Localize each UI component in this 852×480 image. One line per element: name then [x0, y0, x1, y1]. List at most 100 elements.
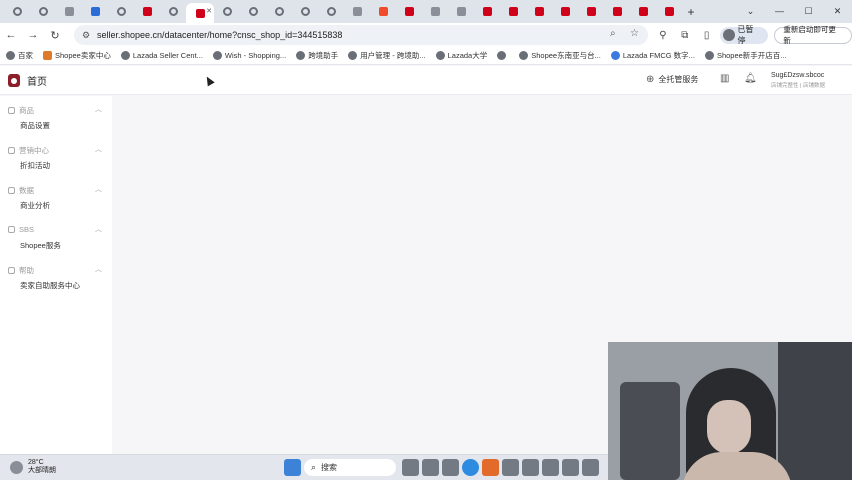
- bookmark-item[interactable]: Shopee卖家中心: [43, 50, 111, 61]
- bookmark-item[interactable]: 跨境助手: [296, 50, 338, 61]
- app-icon[interactable]: [482, 459, 499, 476]
- extension-pin-icon[interactable]: ⚲: [652, 25, 674, 45]
- app-icon[interactable]: [502, 459, 519, 476]
- start-menu-icon[interactable]: [284, 459, 301, 476]
- window-controls: ⌄ — ☐ ✕: [736, 3, 852, 19]
- taskbar-search[interactable]: ⌕ 搜索: [304, 459, 396, 476]
- browser-tab[interactable]: [214, 3, 240, 21]
- browser-tab[interactable]: [160, 3, 186, 21]
- file-explorer-icon[interactable]: [442, 459, 459, 476]
- managed-service-button[interactable]: ⊕ 全托管服务: [646, 74, 698, 85]
- browser-tab-active[interactable]: ✕: [186, 3, 214, 23]
- chevron-up-icon[interactable]: ︿: [95, 264, 102, 274]
- document-icon: [348, 51, 358, 60]
- weather-widget[interactable]: 28°C 大部晴朗: [10, 459, 56, 475]
- browser-tab[interactable]: [604, 3, 630, 21]
- sidebar-group-header[interactable]: 帮助: [8, 265, 34, 276]
- sidebar-group-header[interactable]: 数据: [8, 185, 34, 196]
- browser-tab[interactable]: [134, 3, 160, 21]
- browser-tab[interactable]: [474, 3, 500, 21]
- user-account[interactable]: Sug£Dzsw.sbcoc 店铺完整性 | 店铺数据: [771, 72, 825, 89]
- tab-favicon: [274, 7, 284, 16]
- bookmark-item[interactable]: Shopee东南亚与台...: [519, 50, 601, 61]
- browser-tab[interactable]: [500, 3, 526, 21]
- browser-tab[interactable]: [578, 3, 604, 21]
- bookmark-item[interactable]: Lazada Seller Cent...: [120, 51, 203, 60]
- browser-tab[interactable]: [552, 3, 578, 21]
- site-info-icon[interactable]: ⚙: [82, 30, 92, 40]
- task-view-icon[interactable]: [422, 459, 439, 476]
- chevron-up-icon[interactable]: ︿: [95, 224, 102, 234]
- bookmark-item[interactable]: 百家: [6, 50, 33, 61]
- back-icon[interactable]: ←: [0, 24, 22, 46]
- tab-favicon: [300, 7, 310, 16]
- tab-favicon: [456, 7, 466, 16]
- browser-tab[interactable]: [4, 3, 30, 21]
- chevron-up-icon[interactable]: ︿: [95, 104, 102, 114]
- bookmark-star-icon[interactable]: ☆: [630, 28, 639, 39]
- sidebar-item-shopee-services[interactable]: Shopee服务: [20, 240, 61, 251]
- bell-icon[interactable]: 🔔︎: [744, 73, 757, 84]
- tab-close-icon[interactable]: ✕: [206, 7, 212, 15]
- tag-icon: [8, 147, 15, 154]
- sidebar-group-header[interactable]: 商品: [8, 105, 34, 116]
- browser-tab[interactable]: [266, 3, 292, 21]
- browser-tab[interactable]: [56, 3, 82, 21]
- app-icon[interactable]: [562, 459, 579, 476]
- browser-tab[interactable]: [292, 3, 318, 21]
- tab-favicon: [38, 7, 48, 16]
- bookmark-item[interactable]: Shopee新手开店百...: [704, 50, 787, 61]
- browser-tab[interactable]: [30, 3, 56, 21]
- app-icon[interactable]: [542, 459, 559, 476]
- book-icon[interactable]: ▥: [720, 73, 729, 84]
- bookmark-item[interactable]: Lazada FMCG 数字...: [610, 50, 695, 61]
- app-icon[interactable]: [582, 459, 599, 476]
- browser-tab[interactable]: [630, 3, 656, 21]
- widgets-icon[interactable]: [402, 459, 419, 476]
- minimize-icon[interactable]: —: [765, 3, 794, 19]
- app-icon[interactable]: [522, 459, 539, 476]
- search-page-icon[interactable]: ⌕: [610, 28, 616, 39]
- browser-tab[interactable]: [240, 3, 266, 21]
- close-window-icon[interactable]: ✕: [823, 3, 852, 19]
- chart-icon: [8, 187, 15, 194]
- browser-tab[interactable]: [82, 3, 108, 21]
- weather-condition: 大部晴朗: [28, 467, 56, 474]
- side-panel-icon[interactable]: ▯: [696, 25, 718, 45]
- sidebar-item-self-service-center[interactable]: 卖家自助服务中心: [20, 280, 80, 291]
- chevron-up-icon[interactable]: ︿: [95, 184, 102, 194]
- sidebar-item-discounts[interactable]: 折扣活动: [20, 160, 50, 171]
- address-bar[interactable]: ⚙ seller.shopee.cn/datacenter/home?cnsc_…: [74, 25, 648, 45]
- sidebar-group-header[interactable]: SBS: [8, 225, 34, 234]
- browser-tab[interactable]: [422, 3, 448, 21]
- temperature: 28°C: [28, 459, 44, 466]
- browser-tab[interactable]: [448, 3, 474, 21]
- restart-to-update-button[interactable]: 重新启动即可更新: [774, 25, 852, 45]
- brand[interactable]: 首页: [8, 73, 47, 88]
- sidebar-item-business-insights[interactable]: 商业分析: [20, 200, 50, 211]
- chevron-up-icon[interactable]: ︿: [95, 144, 102, 154]
- bookmark-item[interactable]: Lazada大学: [435, 50, 487, 61]
- bookmark-item[interactable]: Wish - Shopping...: [212, 51, 286, 60]
- profile-paused-button[interactable]: 已暂停: [719, 25, 769, 45]
- browser-tab[interactable]: [370, 3, 396, 21]
- bookmark-item[interactable]: [497, 51, 509, 60]
- tab-search-icon[interactable]: ⌄: [736, 3, 765, 19]
- forward-icon[interactable]: →: [22, 24, 44, 46]
- reload-icon[interactable]: ↻: [44, 24, 66, 46]
- browser-tab[interactable]: [344, 3, 370, 21]
- browser-icon[interactable]: [462, 459, 479, 476]
- bookmark-item[interactable]: 用户管理 - 跨境助...: [348, 50, 426, 61]
- browser-tab[interactable]: [656, 3, 682, 21]
- tab-favicon: [64, 7, 74, 16]
- browser-tab[interactable]: [526, 3, 552, 21]
- sidebar-item-product-settings[interactable]: 商品设置: [20, 120, 50, 131]
- browser-tab[interactable]: [318, 3, 344, 21]
- new-tab-button[interactable]: +: [682, 3, 700, 21]
- sidebar-group-header[interactable]: 营销中心: [8, 145, 49, 156]
- tab-favicon: [482, 7, 492, 16]
- browser-tab[interactable]: [108, 3, 134, 21]
- maximize-icon[interactable]: ☐: [794, 3, 823, 19]
- browser-tab[interactable]: [396, 3, 422, 21]
- extensions-icon[interactable]: ⧉: [674, 25, 696, 45]
